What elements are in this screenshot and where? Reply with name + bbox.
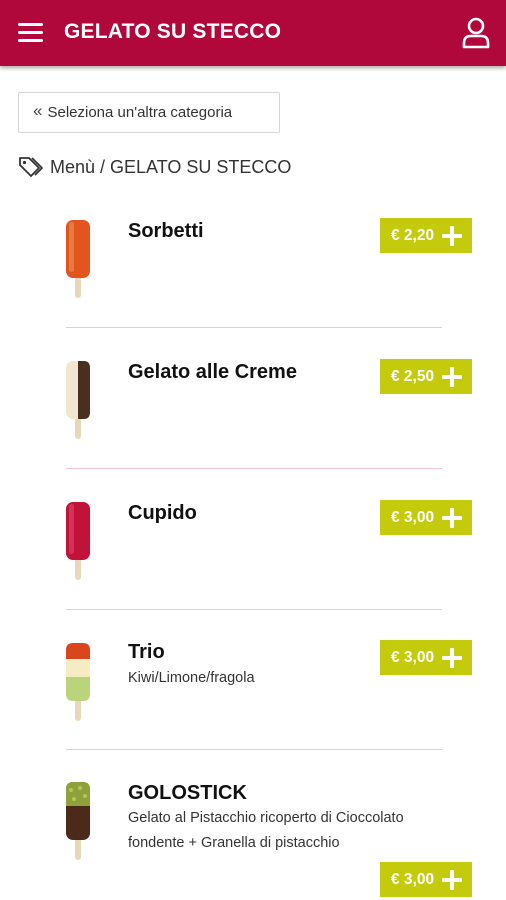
- item-name: Sorbetti: [128, 220, 204, 242]
- plus-icon: [442, 367, 462, 387]
- item-price: € 3,00: [391, 508, 435, 526]
- plus-icon: [442, 648, 462, 668]
- item-price: € 2,20: [391, 226, 435, 244]
- breadcrumb-text: Menù / GELATO SU STECCO: [50, 156, 292, 177]
- divider: [66, 327, 442, 328]
- plus-icon: [442, 870, 462, 890]
- item-price: € 2,50: [391, 367, 435, 385]
- app-bar: GELATO SU STECCO: [0, 0, 506, 66]
- plus-icon: [442, 508, 462, 528]
- select-other-category-button[interactable]: « Seleziona un'altra categoria: [18, 92, 280, 133]
- popsicle-orange-image: [66, 220, 90, 298]
- item-name: Cupido: [128, 502, 197, 524]
- add-to-cart-button[interactable]: € 3,00: [380, 500, 472, 535]
- page-title: GELATO SU STECCO: [64, 20, 282, 43]
- add-to-cart-button[interactable]: € 3,00: [380, 640, 472, 675]
- plus-icon: [442, 226, 462, 246]
- popsicle-tricolor-image: [66, 643, 90, 721]
- item-name: GOLOSTICK: [128, 782, 247, 804]
- popsicle-cream-chocolate-image: [66, 361, 90, 439]
- add-to-cart-button[interactable]: € 3,00: [380, 862, 472, 897]
- user-icon[interactable]: [461, 17, 491, 49]
- tags-icon: [19, 157, 43, 177]
- popsicle-red-image: [66, 502, 90, 580]
- add-to-cart-button[interactable]: € 2,50: [380, 359, 472, 394]
- hamburger-menu-icon[interactable]: [18, 22, 43, 44]
- divider: [66, 468, 442, 469]
- item-price: € 3,00: [391, 870, 435, 888]
- double-chevron-left-icon: «: [33, 101, 43, 120]
- item-name: Gelato alle Creme: [128, 361, 297, 383]
- divider: [66, 609, 442, 610]
- item-name: Trio: [128, 641, 165, 663]
- item-price: € 3,00: [391, 648, 435, 666]
- breadcrumb: Menù / GELATO SU STECCO: [18, 155, 291, 179]
- divider: [66, 749, 442, 750]
- popsicle-pistachio-chocolate-image: [66, 782, 90, 860]
- back-button-label: Seleziona un'altra categoria: [47, 104, 233, 121]
- item-description: Gelato al Pistacchio ricoperto di Ciocco…: [128, 810, 404, 851]
- add-to-cart-button[interactable]: € 2,20: [380, 218, 472, 253]
